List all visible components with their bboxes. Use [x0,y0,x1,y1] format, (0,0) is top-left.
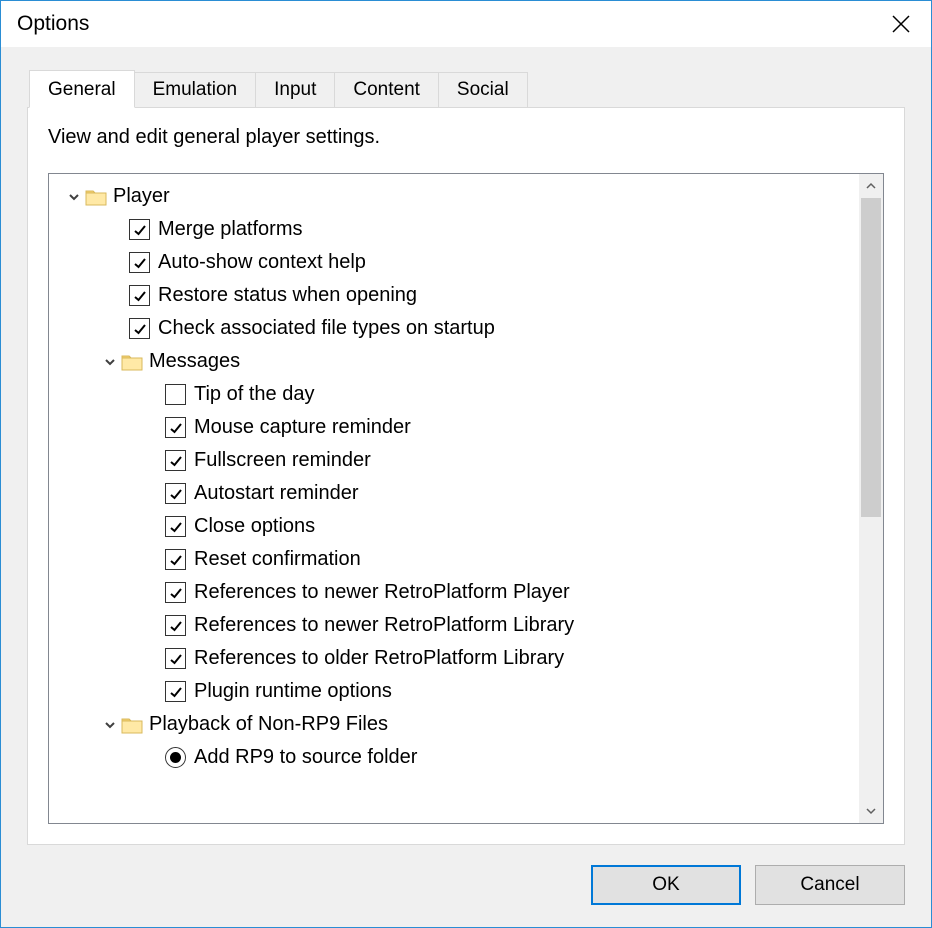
item-label: Add RP9 to source folder [194,746,417,769]
tree-item[interactable]: Reset confirmation [49,543,859,576]
tabs-row: General Emulation Input Content Social [27,67,905,107]
item-label: Check associated file types on startup [158,317,495,340]
dialog-body: General Emulation Input Content Social View … [1,47,931,927]
checkbox[interactable] [129,252,150,273]
tab-panel-general: View and edit general player settings. P… [27,107,905,845]
tab-label: Emulation [153,79,238,100]
settings-tree[interactable]: Player Merge platforms Auto-show context h… [49,174,859,823]
item-label: Close options [194,515,315,538]
cancel-button-label: Cancel [800,874,859,896]
tree-group[interactable]: Playback of Non-RP9 Files [49,708,859,741]
scroll-thumb[interactable] [861,198,881,517]
tree-item[interactable]: Close options [49,510,859,543]
checkbox[interactable] [165,549,186,570]
item-label: Fullscreen reminder [194,449,371,472]
tree-item[interactable]: References to newer RetroPlatform Librar… [49,609,859,642]
close-button[interactable] [871,1,931,47]
checkbox[interactable] [165,417,186,438]
scroll-track[interactable] [859,198,883,799]
checkbox[interactable] [165,450,186,471]
item-label: References to older RetroPlatform Librar… [194,647,564,670]
expander-toggle[interactable] [99,356,121,368]
tab-label: Social [457,79,509,100]
checkbox[interactable] [165,483,186,504]
item-label: Autostart reminder [194,482,359,505]
scroll-down-button[interactable] [859,799,883,823]
tab-content[interactable]: Content [334,72,439,107]
tree-item[interactable]: Add RP9 to source folder [49,741,859,774]
close-icon [892,15,910,33]
chevron-down-icon [866,806,876,816]
item-label: Mouse capture reminder [194,416,411,439]
checkbox[interactable] [129,285,150,306]
tab-input[interactable]: Input [255,72,335,107]
scroll-up-button[interactable] [859,174,883,198]
item-label: References to newer RetroPlatform Librar… [194,614,574,637]
expander-toggle[interactable] [99,719,121,731]
tree-item[interactable]: Check associated file types on startup [49,312,859,345]
tab-general[interactable]: General [29,70,135,108]
group-label: Player [113,185,170,208]
tree-item[interactable]: Merge platforms [49,213,859,246]
vertical-scrollbar[interactable] [859,174,883,823]
tree-item[interactable]: Restore status when opening [49,279,859,312]
tree-item[interactable]: Autostart reminder [49,477,859,510]
tree-item[interactable]: Tip of the day [49,378,859,411]
radio[interactable] [165,747,186,768]
tree-item[interactable]: Plugin runtime options [49,675,859,708]
item-label: References to newer RetroPlatform Player [194,581,570,604]
dialog-buttons: OK Cancel [27,845,905,905]
tab-emulation[interactable]: Emulation [134,72,257,107]
expander-toggle[interactable] [63,191,85,203]
tree-group[interactable]: Messages [49,345,859,378]
cancel-button[interactable]: Cancel [755,865,905,905]
folder-icon [85,187,107,207]
item-label: Plugin runtime options [194,680,392,703]
checkbox[interactable] [129,318,150,339]
ok-button-label: OK [652,874,679,896]
checkbox[interactable] [165,384,186,405]
folder-icon [121,352,143,372]
checkbox[interactable] [165,516,186,537]
tree-item[interactable]: Auto-show context help [49,246,859,279]
chevron-up-icon [866,181,876,191]
window-title: Options [17,12,871,36]
tab-label: Input [274,79,316,100]
settings-tree-container: Player Merge platforms Auto-show context h… [48,173,884,824]
tab-label: General [48,79,116,100]
ok-button[interactable]: OK [591,865,741,905]
checkbox[interactable] [165,582,186,603]
tree-item[interactable]: References to newer RetroPlatform Player [49,576,859,609]
group-label: Playback of Non-RP9 Files [149,713,388,736]
tab-label: Content [353,79,420,100]
tree-item[interactable]: Fullscreen reminder [49,444,859,477]
checkbox[interactable] [165,681,186,702]
panel-description: View and edit general player settings. [48,126,884,149]
item-label: Merge platforms [158,218,303,241]
tree-item[interactable]: References to older RetroPlatform Librar… [49,642,859,675]
options-dialog: Options General Emulation Input Content Soci… [0,0,932,928]
item-label: Auto-show context help [158,251,366,274]
checkbox[interactable] [165,615,186,636]
item-label: Reset confirmation [194,548,361,571]
item-label: Restore status when opening [158,284,417,307]
tree-item[interactable]: Mouse capture reminder [49,411,859,444]
tab-social[interactable]: Social [438,72,528,107]
item-label: Tip of the day [194,383,314,406]
group-label: Messages [149,350,240,373]
checkbox[interactable] [129,219,150,240]
titlebar: Options [1,1,931,47]
folder-icon [121,715,143,735]
tree-group[interactable]: Player [49,180,859,213]
checkbox[interactable] [165,648,186,669]
